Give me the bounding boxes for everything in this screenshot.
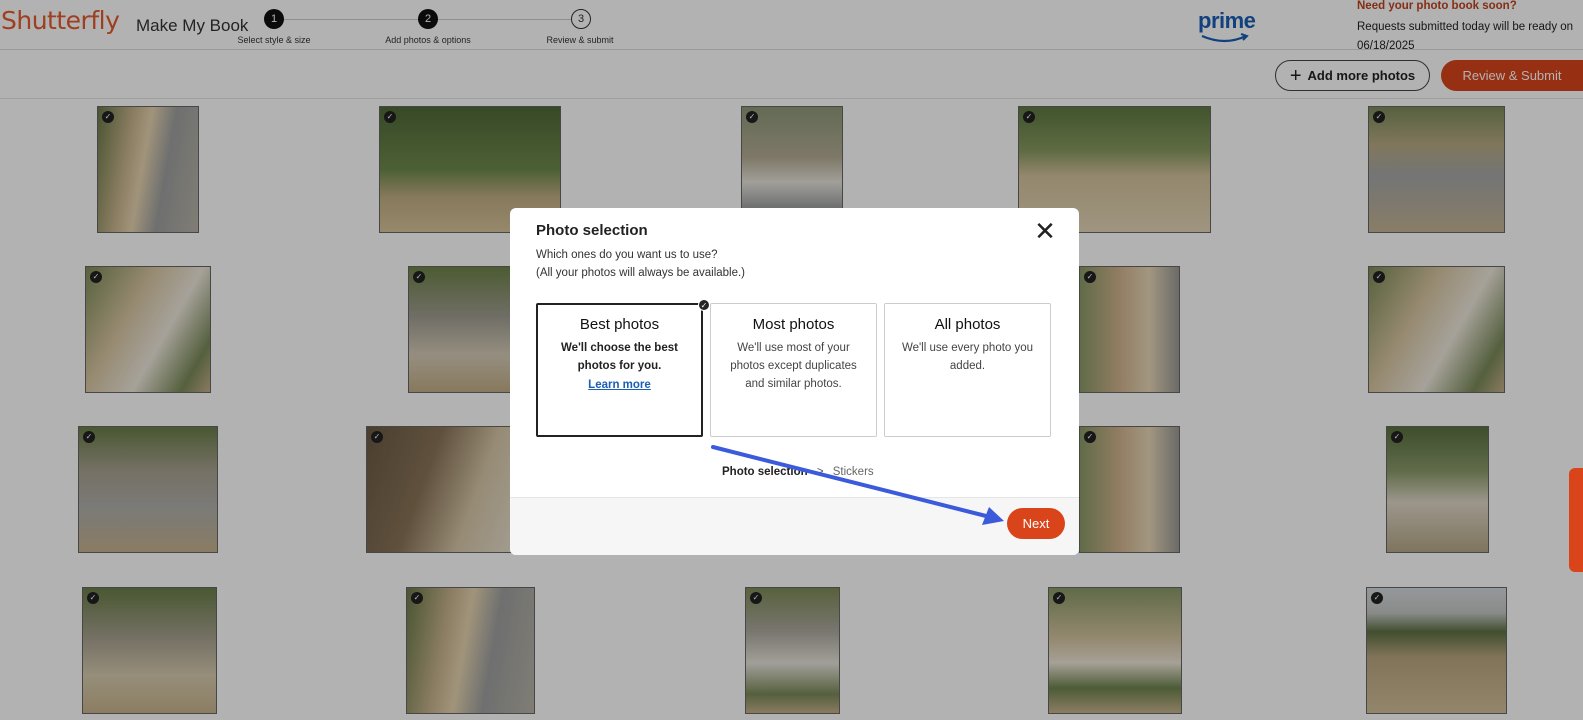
- next-button[interactable]: Next: [1007, 508, 1065, 539]
- dialog-subtitle-line-2: (All your photos will always be availabl…: [536, 267, 746, 279]
- option-description: We'll choose the best photos for you. Le…: [550, 339, 690, 394]
- option-description-text: We'll choose the best photos for you.: [561, 342, 678, 372]
- close-icon[interactable]: ✕: [1032, 219, 1058, 246]
- dialog-subtitle: Which ones do you want us to use? (All y…: [536, 246, 745, 282]
- option-most-photos[interactable]: Most photos We'll use most of your photo…: [710, 303, 877, 437]
- breadcrumb-current: Photo selection: [722, 466, 808, 478]
- dialog-subtitle-line-1: Which ones do you want us to use?: [536, 249, 718, 261]
- option-description: We'll use every photo you added.: [901, 342, 1034, 372]
- photo-selection-dialog: Photo selection Which ones do you want u…: [510, 208, 1079, 555]
- dialog-footer: [510, 497, 1079, 555]
- breadcrumb-chevron-icon: >: [816, 466, 824, 478]
- dialog-breadcrumb: Photo selection > Stickers: [722, 466, 874, 478]
- learn-more-link[interactable]: Learn more: [550, 376, 690, 394]
- dialog-title: Photo selection: [536, 222, 648, 239]
- feedback-tab[interactable]: [1569, 468, 1583, 572]
- option-title: All photos: [934, 316, 1001, 333]
- option-best-photos[interactable]: Best photos We'll choose the best photos…: [536, 299, 710, 437]
- option-title: Best photos: [579, 316, 660, 333]
- option-description: We'll use most of your photos except dup…: [730, 342, 857, 390]
- option-title: Most photos: [752, 316, 835, 333]
- selected-check-icon: ✓: [698, 299, 710, 311]
- breadcrumb-next: Stickers: [832, 466, 874, 478]
- option-all-photos[interactable]: All photos We'll use every photo you add…: [884, 303, 1051, 437]
